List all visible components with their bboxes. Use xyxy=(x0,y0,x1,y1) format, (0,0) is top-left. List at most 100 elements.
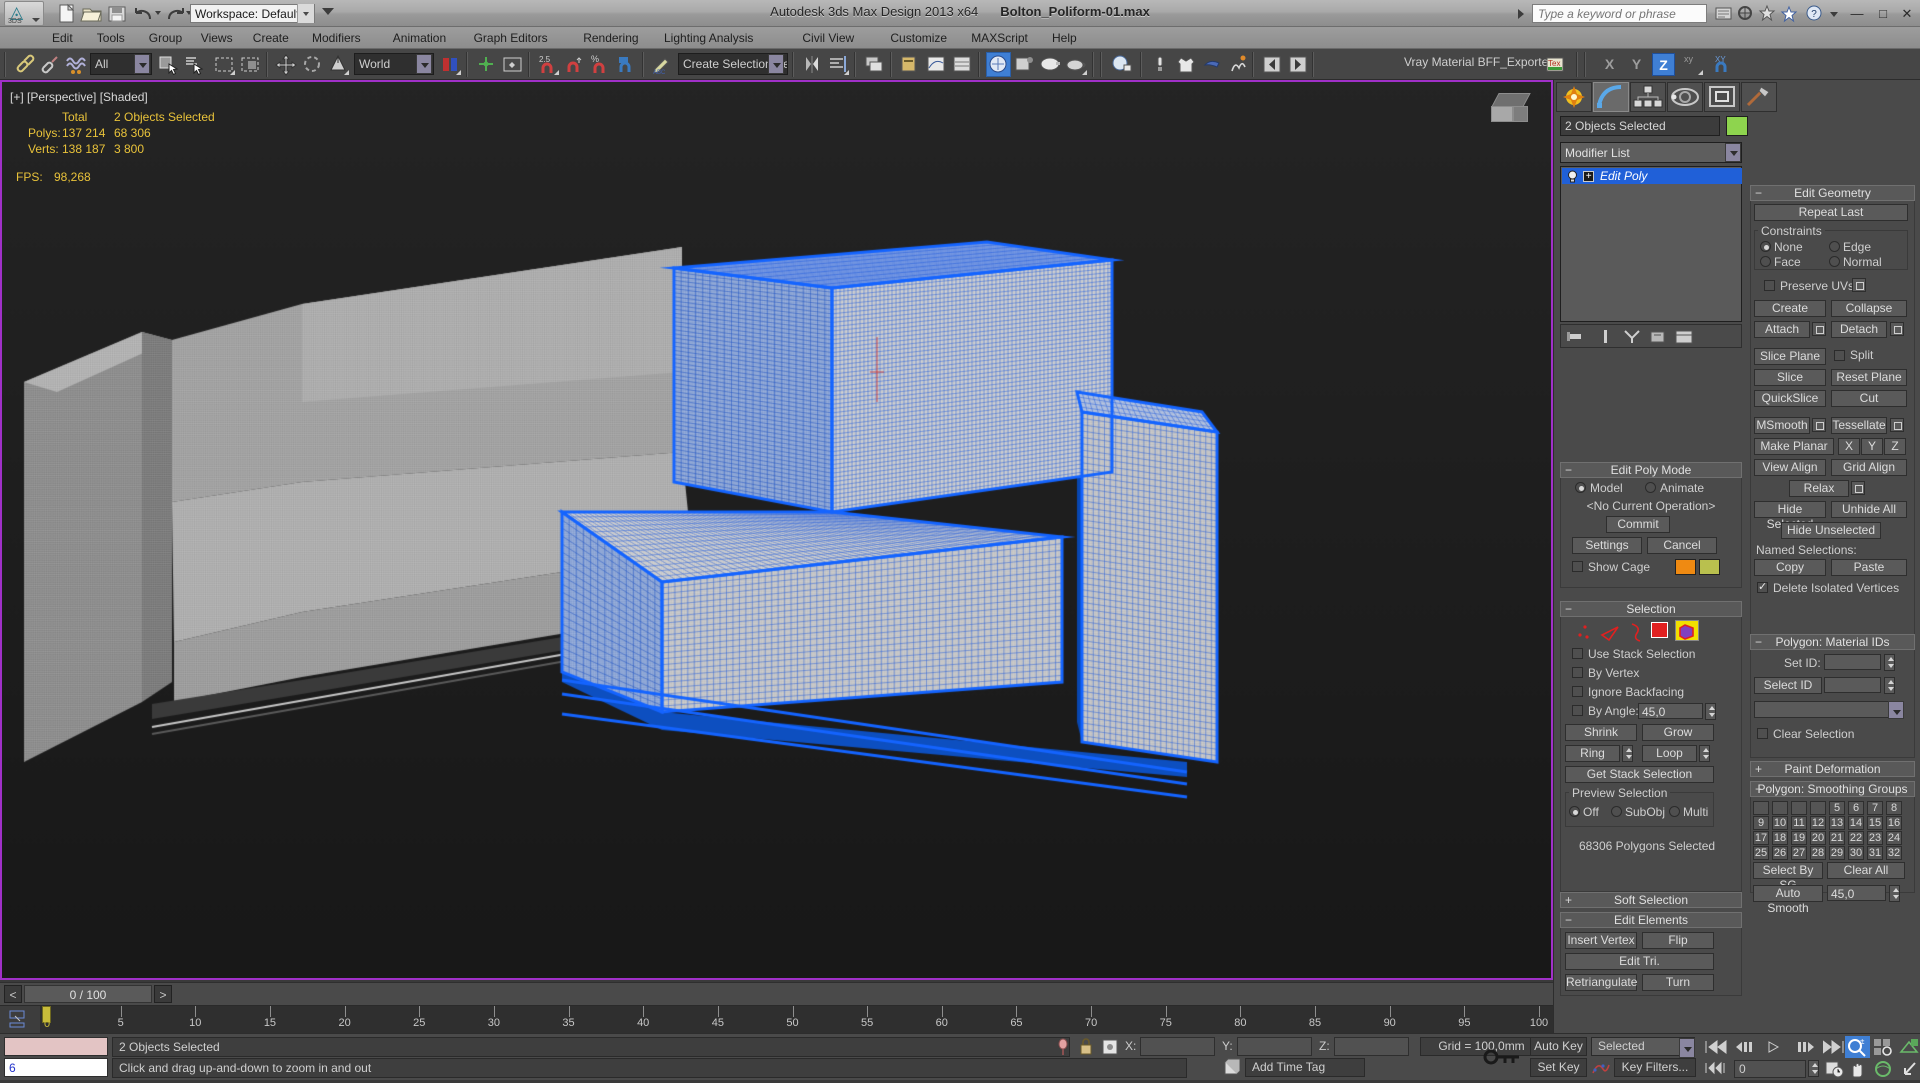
smoothing-group-cell-12[interactable]: 12 xyxy=(1810,816,1826,830)
coord-x-field[interactable] xyxy=(1140,1037,1215,1056)
make-planar-button[interactable]: Make Planar xyxy=(1754,438,1834,455)
rectangular-selection-region-button[interactable] xyxy=(212,52,237,77)
modifier-list-combo[interactable]: Modifier List xyxy=(1560,142,1742,163)
select-id-field[interactable] xyxy=(1824,677,1881,693)
menu-item-customize[interactable]: Customize xyxy=(883,29,954,47)
menu-item-maxscript[interactable]: MAXScript xyxy=(964,29,1035,47)
slice-button[interactable]: Slice xyxy=(1754,369,1826,386)
view-cube-top-face[interactable] xyxy=(1491,93,1531,107)
smoothing-group-cell-22[interactable]: 22 xyxy=(1848,831,1864,845)
detach-button[interactable]: Detach xyxy=(1831,321,1887,338)
set-id-field[interactable] xyxy=(1824,654,1881,670)
axis-constraint-xy-button[interactable]: XY xyxy=(1710,52,1735,77)
menu-item-rendering[interactable]: Rendering xyxy=(576,29,645,47)
smoothing-group-cell-28[interactable]: 28 xyxy=(1810,846,1826,860)
lightbulb-icon[interactable] xyxy=(1566,170,1579,183)
auto-smooth-spinner[interactable] xyxy=(1889,885,1900,902)
radio-constraint-edge[interactable] xyxy=(1829,241,1840,252)
tab-hierarchy[interactable] xyxy=(1630,82,1666,112)
view-cube-side-face[interactable] xyxy=(1513,106,1528,122)
undo-dropdown-icon[interactable] xyxy=(155,11,161,15)
create-button[interactable]: Create xyxy=(1754,300,1826,317)
view-cube-front-face[interactable] xyxy=(1491,106,1513,122)
help-icon[interactable]: ? xyxy=(1805,4,1825,23)
add-time-tag-button[interactable]: Add Time Tag xyxy=(1245,1058,1365,1077)
rollout-header-edit-geometry[interactable]: − Edit Geometry xyxy=(1750,185,1915,201)
texture-toggle-button[interactable]: Tex xyxy=(1543,52,1568,77)
collapse-icon[interactable]: − xyxy=(1755,782,1762,797)
copy-button[interactable]: Copy xyxy=(1754,559,1826,576)
cut-button[interactable]: Cut xyxy=(1831,390,1907,407)
new-file-button[interactable] xyxy=(55,3,79,24)
collapse-icon[interactable]: − xyxy=(1565,463,1572,478)
select-id-button[interactable]: Select ID xyxy=(1754,677,1822,694)
grid-align-button[interactable]: Grid Align xyxy=(1831,459,1907,476)
smoothing-group-cell-26[interactable]: 26 xyxy=(1772,846,1788,860)
quickslice-button[interactable]: QuickSlice xyxy=(1754,390,1826,407)
coord-z-field[interactable] xyxy=(1334,1037,1409,1056)
radio-preview-multi[interactable] xyxy=(1669,806,1680,817)
search-expand-icon[interactable] xyxy=(1518,9,1524,19)
smoothing-group-cell-32[interactable]: 32 xyxy=(1886,846,1902,860)
paste-button[interactable]: Paste xyxy=(1831,559,1907,576)
time-tag-cube-icon[interactable] xyxy=(1222,1058,1241,1080)
stack-item-edit-poly[interactable]: + Edit Poly xyxy=(1562,168,1742,184)
auto-smooth-threshold-field[interactable]: 45,0 xyxy=(1827,885,1886,901)
key-mode-toggle-icon[interactable] xyxy=(1477,1040,1525,1077)
auto-smooth-button[interactable]: Auto Smooth xyxy=(1753,885,1823,915)
smoothing-group-cell-24[interactable]: 24 xyxy=(1886,831,1902,845)
set-key-button[interactable]: Set Key xyxy=(1530,1058,1587,1077)
make-planar-z-button[interactable]: Z xyxy=(1884,438,1906,455)
tessellate-button[interactable]: Tessellate xyxy=(1831,417,1887,434)
select-and-rotate-button[interactable] xyxy=(300,52,325,77)
tab-modify[interactable] xyxy=(1593,82,1629,112)
by-angle-spinner[interactable] xyxy=(1705,703,1716,720)
select-object-button[interactable] xyxy=(156,52,181,77)
select-and-manipulate-button[interactable] xyxy=(474,52,499,77)
subscription-icon[interactable] xyxy=(1758,4,1778,23)
radio-model[interactable] xyxy=(1575,482,1586,493)
rollout-header-material-ids[interactable]: − Polygon: Material IDs xyxy=(1750,634,1915,650)
mirror-button[interactable] xyxy=(800,52,825,77)
flip-button[interactable]: Flip xyxy=(1642,932,1714,949)
toggle-scene-explorer-button[interactable] xyxy=(898,52,923,77)
preserve-uvs-settings-button[interactable] xyxy=(1852,278,1866,292)
select-id-spinner[interactable] xyxy=(1884,677,1895,694)
select-by-sg-button[interactable]: Select By SG xyxy=(1753,862,1823,892)
retriangulate-button[interactable]: Retriangulate xyxy=(1565,974,1637,991)
set-key-filters-icon[interactable] xyxy=(1590,1058,1612,1080)
smoothing-group-cell[interactable] xyxy=(1753,801,1769,815)
checkbox-by-vertex[interactable] xyxy=(1572,667,1583,678)
radio-constraint-normal[interactable] xyxy=(1829,256,1840,267)
smoothing-group-cell-13[interactable]: 13 xyxy=(1829,816,1845,830)
window-crossing-toggle-button[interactable] xyxy=(238,52,263,77)
key-filters-button[interactable]: Key Filters... xyxy=(1614,1058,1696,1077)
collapse-button[interactable]: Collapse xyxy=(1831,300,1907,317)
attach-settings-button[interactable] xyxy=(1812,322,1826,336)
lock-selection-icon[interactable] xyxy=(1078,1037,1094,1059)
orbit-button[interactable] xyxy=(1871,1058,1896,1080)
shrink-button[interactable]: Shrink xyxy=(1565,724,1637,741)
communication-center-icon[interactable] xyxy=(1736,4,1756,23)
relax-settings-button[interactable] xyxy=(1851,481,1865,495)
view-cube[interactable] xyxy=(1489,87,1533,131)
set-id-spinner[interactable] xyxy=(1884,654,1895,671)
menu-item-help[interactable]: Help xyxy=(1045,29,1084,47)
turn-button[interactable]: Turn xyxy=(1642,974,1714,991)
angle-snap-toggle-button[interactable] xyxy=(562,52,587,77)
rollout-header-soft-selection[interactable]: + Soft Selection xyxy=(1560,892,1742,908)
smoothing-group-cell[interactable] xyxy=(1791,801,1807,815)
expand-icon[interactable]: + xyxy=(1755,762,1762,777)
clear-all-button[interactable]: Clear All xyxy=(1827,862,1905,879)
collapse-icon[interactable]: − xyxy=(1565,602,1572,617)
cancel-button[interactable]: Cancel xyxy=(1647,537,1717,554)
curve-editor-button[interactable] xyxy=(924,52,949,77)
time-configuration-icon[interactable] xyxy=(1824,1059,1844,1081)
bind-to-space-warp-button[interactable] xyxy=(64,52,89,77)
menu-item-tools[interactable]: Tools xyxy=(90,29,132,47)
checkbox-delete-isolated-vertices[interactable] xyxy=(1757,580,1768,593)
smoothing-group-cell-8[interactable]: 8 xyxy=(1886,801,1902,815)
smoothing-group-cell-30[interactable]: 30 xyxy=(1848,846,1864,860)
smoothing-group-cell-17[interactable]: 17 xyxy=(1753,831,1769,845)
track-bar-ruler[interactable]: 5 10 15 20 25 30 35 40 45 50 55 60 65 70 75 80 85 90 95 100 xyxy=(40,1006,1553,1034)
